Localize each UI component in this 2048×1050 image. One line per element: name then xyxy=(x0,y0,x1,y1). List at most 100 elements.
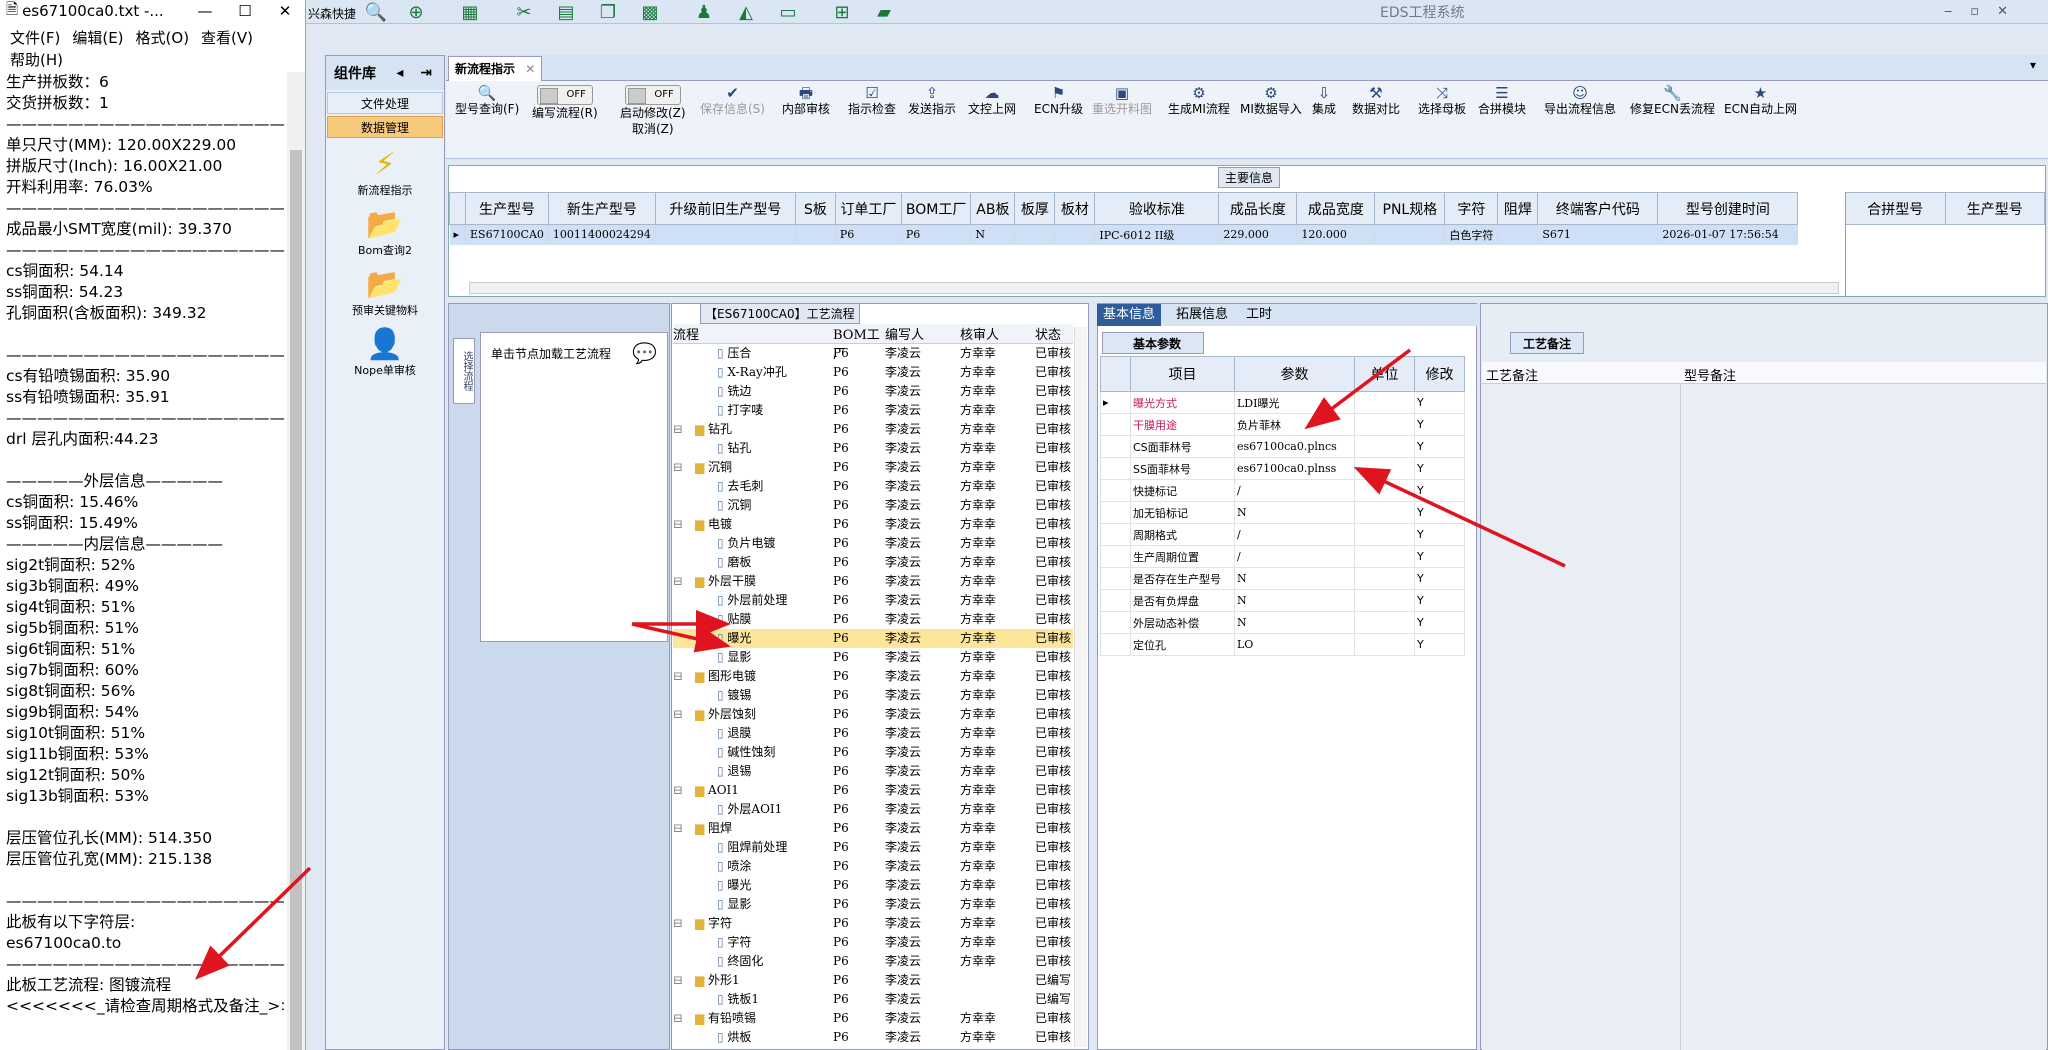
tree-column-header[interactable]: 流程 xyxy=(673,324,833,343)
tree-node[interactable]: ⊟ ▆ 外层蚀刻 xyxy=(673,705,833,724)
column-header[interactable]: PNL规格 xyxy=(1374,192,1446,225)
tree-scrollbar[interactable] xyxy=(1074,327,1087,1047)
column-header[interactable]: 生产型号 xyxy=(465,192,549,225)
ribbon-button[interactable]: ⇩ 集成 xyxy=(1312,85,1336,117)
tree-node[interactable]: ▯ 显影 xyxy=(673,648,833,667)
tree-row[interactable]: ▯ 碱性蚀刻 P6 李凌云 方幸幸 已审核 xyxy=(673,743,1073,762)
param-modify[interactable]: Y xyxy=(1414,545,1465,568)
tree-node[interactable]: ▯ 显影 xyxy=(673,895,833,914)
table-cell[interactable]: 10011400024294 xyxy=(548,224,656,245)
tree-row[interactable]: ▯ 负片电镀 P6 李凌云 方幸幸 已审核 xyxy=(673,534,1073,553)
sidebar-section[interactable]: 数据管理 xyxy=(327,116,443,138)
tree-row[interactable]: ▯ 显影 P6 李凌云 方幸幸 已审核 xyxy=(673,895,1073,914)
tree-node[interactable]: ⊟ ▆ 字符 xyxy=(673,914,833,933)
ribbon-button[interactable]: ⤨ 选择母板 xyxy=(1418,85,1466,117)
column-header[interactable]: 升级前旧生产型号 xyxy=(654,192,796,225)
tree-node[interactable]: ▯ 喷涂 xyxy=(673,857,833,876)
tree-row[interactable]: ▯ 字符 P6 李凌云 方幸幸 已审核 xyxy=(673,933,1073,952)
search-icon[interactable]: 🔍 xyxy=(364,2,388,24)
tree-node[interactable]: ▯ 压合 xyxy=(673,344,833,363)
column-header[interactable]: AB板 xyxy=(970,192,1016,225)
column-header[interactable]: 阻焊 xyxy=(1497,192,1539,225)
ribbon-button[interactable]: ⇪ 发送指示 xyxy=(908,85,956,117)
grid-icon[interactable]: ▩ xyxy=(638,2,662,24)
column-header[interactable]: 新生产型号 xyxy=(547,192,656,225)
notepad-text[interactable]: 生产拼板数：6 交货拼板数：1 ————————————————————— 单只尺寸(… xyxy=(6,72,284,1017)
table-cell[interactable]: 229.000 xyxy=(1218,224,1298,245)
tree-row[interactable]: ▯ 铣板1 P6 李凌云 已编写 xyxy=(673,990,1073,1009)
column-header[interactable]: 单位 xyxy=(1354,356,1415,392)
ribbon-button[interactable]: OFF 编写流程(R) xyxy=(532,85,598,121)
tree-row[interactable]: ⊟ ▆ 电镀 P6 李凌云 方幸幸 已审核 xyxy=(673,515,1073,534)
tree-node[interactable]: ▯ 外层AOI1 xyxy=(673,800,833,819)
tree-row[interactable]: ▯ 烘板 P6 李凌云 方幸幸 已审核 xyxy=(673,1028,1073,1047)
column-header[interactable]: 验收标准 xyxy=(1094,192,1220,225)
sidebar-item[interactable]: 👤 Nope单审核 xyxy=(326,328,444,378)
param-row[interactable]: 加无铅标记 N Y xyxy=(1100,501,1465,524)
param-unit[interactable] xyxy=(1354,479,1415,502)
table-cell[interactable] xyxy=(1497,224,1539,245)
param-unit[interactable] xyxy=(1354,633,1415,656)
table-cell[interactable]: 120.000 xyxy=(1296,224,1376,245)
ribbon-button[interactable]: ⚙ 生成MI流程 xyxy=(1168,85,1230,117)
remark-body[interactable] xyxy=(1482,384,2046,1050)
ribbon-button[interactable]: 🔍 型号查询(F) xyxy=(455,85,519,117)
tree-node[interactable]: ▯ 阻焊前处理 xyxy=(673,838,833,857)
tree-row[interactable]: ⊟ ▆ 有铅喷锡 P6 李凌云 方幸幸 已审核 xyxy=(673,1009,1073,1028)
tree-row[interactable]: ▯ 贴膜 P6 李凌云 方幸幸 已审核 xyxy=(673,610,1073,629)
column-header[interactable]: S板 xyxy=(794,192,836,225)
tree-node[interactable]: ▯ 碱性蚀刻 xyxy=(673,743,833,762)
horizontal-scrollbar[interactable] xyxy=(469,282,1839,294)
tree-row[interactable]: ▯ 显影 P6 李凌云 方幸幸 已审核 xyxy=(673,648,1073,667)
param-value[interactable]: es67100ca0.plncs xyxy=(1234,435,1355,458)
tree-row[interactable]: ▯ 喷涂 P6 李凌云 方幸幸 已审核 xyxy=(673,857,1073,876)
tree-node[interactable]: ▯ 去毛刺 xyxy=(673,477,833,496)
param-row[interactable]: 外层动态补偿 N Y xyxy=(1100,611,1465,634)
table-cell[interactable] xyxy=(1014,224,1056,245)
column-header[interactable]: BOM工厂 xyxy=(900,192,972,225)
table-cell[interactable] xyxy=(655,224,796,245)
tree-node[interactable]: ▯ 退膜 xyxy=(673,724,833,743)
tree-row[interactable]: ▯ 去毛刺 P6 李凌云 方幸幸 已审核 xyxy=(673,477,1073,496)
menu-item[interactable]: 文件(F) xyxy=(10,29,60,47)
param-row[interactable]: 干膜用途 负片菲林 Y xyxy=(1100,413,1465,436)
tree-node[interactable]: ⊟ ▆ AOI1 xyxy=(673,781,833,800)
param-modify[interactable]: Y xyxy=(1414,633,1465,656)
table-cell[interactable] xyxy=(1054,224,1096,245)
sidebar-item[interactable]: 📂 预审关键物料 xyxy=(326,268,444,318)
detail-tab[interactable]: 基本信息 xyxy=(1097,304,1162,326)
tree-node[interactable]: ▯ 贴膜 xyxy=(673,610,833,629)
monitor-icon[interactable]: ▭ xyxy=(776,2,800,24)
film-icon[interactable]: ▤ xyxy=(554,2,578,24)
tree-node[interactable]: ⊟ ▆ 外层干膜 xyxy=(673,572,833,591)
tree-node[interactable]: ⊟ ▆ 外形1 xyxy=(673,971,833,990)
table-cell[interactable]: P6 xyxy=(835,224,902,245)
tree-row[interactable]: ⊟ ▆ 图形电镀 P6 李凌云 方幸幸 已审核 xyxy=(673,667,1073,686)
scissors-icon[interactable]: ✂ xyxy=(512,2,536,24)
tree-row[interactable]: ⊟ ▆ 字符 P6 李凌云 方幸幸 已审核 xyxy=(673,914,1073,933)
process-flow-tree[interactable]: 流程 BOM工厂 编写人 核审人 状态 ▯ 压合 P6 李凌云 方幸幸 已审核 ▯ X-Ray冲孔… xyxy=(673,324,1073,1047)
param-unit[interactable] xyxy=(1354,589,1415,612)
column-header[interactable]: 项目 xyxy=(1130,356,1235,392)
table-cell[interactable]: N xyxy=(970,224,1016,245)
flow-select-tab[interactable]: 选择流程 xyxy=(453,338,475,404)
tree-row[interactable]: ▯ 曝光 P6 李凌云 方幸幸 已审核 xyxy=(673,629,1073,648)
ribbon-button[interactable]: ☰ 合拼模块 xyxy=(1478,85,1526,117)
maximize-icon[interactable]: ☐ xyxy=(225,2,265,20)
param-value[interactable]: LO xyxy=(1234,633,1355,656)
tree-row[interactable]: ▯ 沉铜 P6 李凌云 方幸幸 已审核 xyxy=(673,496,1073,515)
notepad-scrollbar[interactable] xyxy=(287,72,305,1050)
ribbon-button[interactable]: ☁ 文控上网 xyxy=(968,85,1016,117)
column-header[interactable]: 终端客户代码 xyxy=(1537,192,1659,225)
book-icon[interactable]: ▰ xyxy=(872,2,896,24)
table-cell[interactable]: IPC-6012 II级 xyxy=(1094,224,1220,245)
tree-row[interactable]: ▯ 打字唛 P6 李凌云 方幸幸 已审核 xyxy=(673,401,1073,420)
ribbon-button[interactable]: ★ ECN自动上网 xyxy=(1724,85,1797,117)
param-unit[interactable] xyxy=(1354,457,1415,480)
param-unit[interactable] xyxy=(1354,567,1415,590)
tree-row[interactable]: ▯ 外层AOI1 P6 李凌云 方幸幸 已审核 xyxy=(673,800,1073,819)
tree-row[interactable]: ⊟ ▆ 阻焊 P6 李凌云 方幸幸 已审核 xyxy=(673,819,1073,838)
ribbon-button[interactable]: ⚒ 数据对比 xyxy=(1352,85,1400,117)
tree-row[interactable]: ▯ 磨板 P6 李凌云 方幸幸 已审核 xyxy=(673,553,1073,572)
param-row[interactable]: 周期格式 / Y xyxy=(1100,523,1465,546)
